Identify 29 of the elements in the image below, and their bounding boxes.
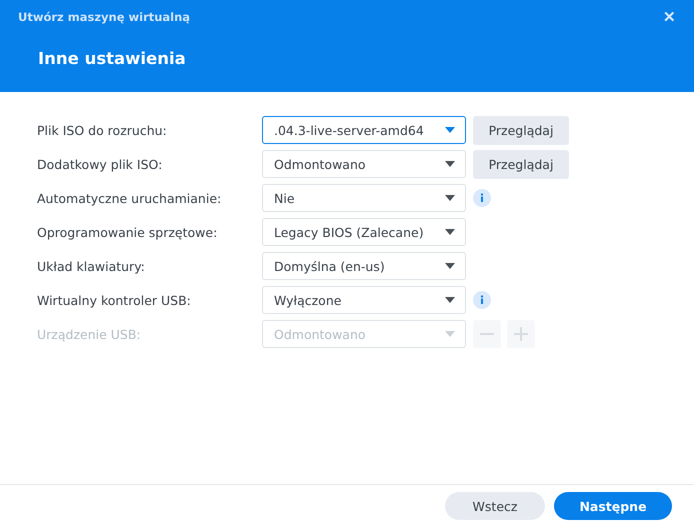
dropdown[interactable]: Domyślna (en-us): [262, 252, 466, 280]
dropdown[interactable]: Legacy BIOS (Zalecane): [262, 218, 466, 246]
dropdown[interactable]: Wyłączone: [262, 286, 466, 314]
caret-icon: [445, 229, 455, 235]
plus-icon: [514, 327, 528, 341]
info-icon[interactable]: [473, 291, 491, 309]
info-icon[interactable]: [473, 189, 491, 207]
back-button[interactable]: Wstecz: [445, 492, 545, 520]
dropdown[interactable]: Nie: [262, 184, 466, 212]
field-label: Oprogramowanie sprzętowe:: [37, 224, 218, 240]
caret-icon: [445, 297, 455, 303]
page-heading: Inne ustawienia: [38, 49, 187, 68]
dropdown[interactable]: Odmontowano: [262, 150, 466, 178]
caret-icon: [445, 195, 455, 201]
browse-button[interactable]: Przeglądaj: [473, 116, 569, 144]
field-label: Wirtualny kontroler USB:: [37, 292, 192, 308]
field-label: Układ klawiatury:: [37, 258, 146, 274]
dropdown[interactable]: .04.3-live-server-amd64: [262, 116, 466, 144]
field-label: Plik ISO do rozruchu:: [37, 122, 168, 138]
caret-icon: [445, 161, 455, 167]
field-label: Dodatkowy plik ISO:: [37, 156, 164, 172]
next-button[interactable]: Następne: [554, 492, 672, 520]
browse-button[interactable]: Przeglądaj: [473, 150, 569, 178]
field-label: Automatyczne uruchamianie:: [37, 190, 222, 206]
window-title: Utwórz maszynę wirtualną: [18, 10, 190, 24]
caret-icon: [445, 331, 455, 337]
field-label: Urządzenie USB:: [37, 326, 142, 342]
caret-icon: [445, 263, 455, 269]
caret-icon: [445, 127, 455, 133]
